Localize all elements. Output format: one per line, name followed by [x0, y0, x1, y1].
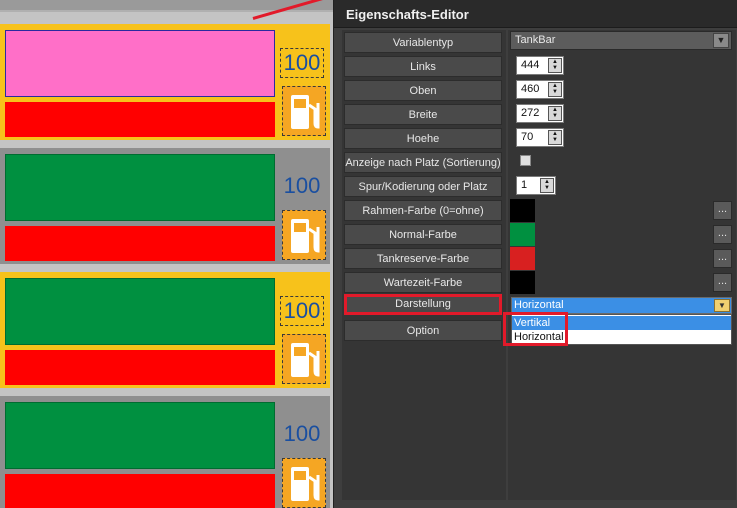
rahmen-farbe-swatch[interactable] — [510, 199, 535, 222]
label-spur-kodierung: Spur/Kodierung oder Platz — [344, 176, 502, 197]
label-breite: Breite — [344, 104, 502, 125]
fuel-pump-icon — [282, 210, 326, 260]
label-option: Option — [344, 320, 502, 341]
tank-row-3[interactable]: 100 — [0, 272, 333, 388]
spinner-arrows-icon[interactable]: ▲ ▼ — [548, 106, 562, 121]
fuel-pump-icon — [282, 458, 326, 508]
label-links: Links — [344, 56, 502, 77]
tank-bar-reserve — [5, 474, 275, 508]
chevron-down-icon[interactable]: ▼ — [714, 299, 730, 312]
label-wartezeit-farbe: Wartezeit-Farbe — [344, 272, 502, 293]
tank-value: 100 — [280, 48, 324, 78]
layout-canvas: 100 100 100 100 — [0, 0, 333, 508]
label-tankreserve-farbe: Tankreserve-Farbe — [344, 248, 502, 269]
editor-title: Eigenschafts-Editor — [346, 7, 469, 22]
chevron-down-icon[interactable]: ▼ — [713, 33, 729, 48]
tank-bar-reserve — [5, 102, 275, 137]
label-normal-farbe: Normal-Farbe — [344, 224, 502, 245]
hoehe-value: 70 — [521, 131, 534, 143]
highlight-box — [503, 312, 568, 346]
breite-spinner[interactable]: 272 ▲ ▼ — [516, 104, 564, 123]
hoehe-spinner[interactable]: 70 ▲ ▼ — [516, 128, 564, 147]
label-hoehe: Hoehe — [344, 128, 502, 149]
label-oben: Oben — [344, 80, 502, 101]
tank-value: 100 — [280, 296, 324, 326]
spinner-arrows-icon[interactable]: ▲ ▼ — [548, 82, 562, 97]
spinner-arrows-icon[interactable]: ▲ ▼ — [548, 58, 562, 73]
darstellung-value: Horizontal — [514, 299, 564, 311]
normal-farbe-swatch[interactable] — [510, 223, 535, 246]
tank-bar-reserve — [5, 350, 275, 385]
wartezeit-farbe-swatch[interactable] — [510, 271, 535, 294]
spur-spinner[interactable]: 1 ▲ ▼ — [516, 176, 556, 195]
tankreserve-farbe-ellipsis-button[interactable]: ... — [713, 249, 732, 268]
label-darstellung: Darstellung — [344, 294, 502, 315]
oben-spinner[interactable]: 460 ▲ ▼ — [516, 80, 564, 99]
property-values-column — [508, 30, 736, 500]
tank-value: 100 — [283, 173, 321, 198]
tankreserve-farbe-swatch[interactable] — [510, 247, 535, 270]
rahmen-farbe-ellipsis-button[interactable]: ... — [713, 201, 732, 220]
tank-row-2[interactable]: 100 — [0, 148, 333, 264]
oben-value: 460 — [521, 83, 540, 95]
links-value: 444 — [521, 59, 540, 71]
label-rahmen-farbe: Rahmen-Farbe (0=ohne) — [344, 200, 502, 221]
editor-titlebar[interactable]: Eigenschafts-Editor — [334, 0, 737, 28]
tank-row-4[interactable]: 100 — [0, 396, 333, 508]
tank-bar-main[interactable] — [5, 154, 275, 221]
anzeige-nach-platz-checkbox[interactable] — [520, 155, 531, 166]
label-anzeige-nach-platz: Anzeige nach Platz (Sortierung) — [344, 152, 502, 173]
variablentyp-combo[interactable]: TankBar ▼ — [510, 31, 732, 50]
label-variablentyp: Variablentyp — [344, 32, 502, 53]
normal-farbe-ellipsis-button[interactable]: ... — [713, 225, 732, 244]
tank-bar-main[interactable] — [5, 402, 275, 469]
property-editor-window: Eigenschafts-Editor Variablentyp Links O… — [333, 0, 737, 508]
breite-value: 272 — [521, 107, 540, 119]
variablentyp-value: TankBar — [515, 34, 556, 46]
tank-bar-reserve — [5, 226, 275, 261]
links-spinner[interactable]: 444 ▲ ▼ — [516, 56, 564, 75]
spinner-arrows-icon[interactable]: ▲ ▼ — [540, 178, 554, 193]
tank-bar-main[interactable] — [5, 278, 275, 345]
tank-bar-main[interactable] — [5, 30, 275, 97]
fuel-pump-icon — [282, 86, 326, 136]
tank-value: 100 — [283, 421, 321, 446]
spur-value: 1 — [521, 179, 528, 191]
tank-row-1[interactable]: 100 — [0, 24, 333, 140]
spinner-arrows-icon[interactable]: ▲ ▼ — [548, 130, 562, 145]
fuel-pump-icon — [282, 334, 326, 384]
wartezeit-farbe-ellipsis-button[interactable]: ... — [713, 273, 732, 292]
